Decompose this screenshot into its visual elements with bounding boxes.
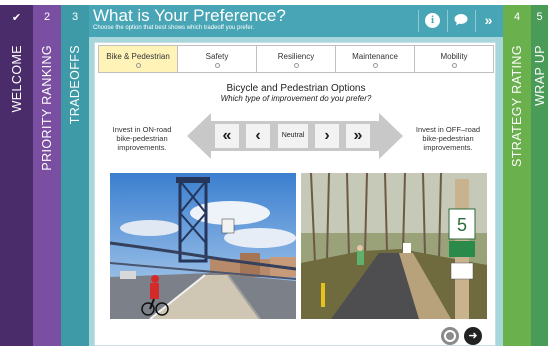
- tab-status-dot: [293, 63, 299, 68]
- step-tab-wrap-up[interactable]: 5 WRAP UP: [531, 5, 548, 346]
- step-number: 3: [71, 11, 79, 23]
- header: What is Your Preference? Choose the opti…: [89, 5, 503, 37]
- category-tabs: Bike & Pedestrian Safety Resiliency Main…: [98, 45, 494, 73]
- tab-maintenance[interactable]: Maintenance: [336, 45, 415, 73]
- tab-status-dot: [135, 63, 141, 68]
- on-road-photo: [110, 173, 296, 319]
- chat-icon[interactable]: [453, 13, 468, 28]
- tab-status-dot: [214, 63, 220, 68]
- right-button[interactable]: ›: [314, 123, 340, 149]
- page-subtitle: Choose the option that best shows which …: [93, 25, 254, 31]
- option-title: Bicycle and Pedestrian Options: [226, 83, 366, 94]
- step-number: 4: [513, 11, 521, 23]
- off-road-photo: 5: [301, 173, 487, 319]
- header-divider: [418, 10, 419, 32]
- step-number: 5: [536, 11, 543, 23]
- step-number: 2: [43, 11, 51, 23]
- tab-safety[interactable]: Safety: [178, 45, 257, 73]
- step-label-strategy-rating: STRATEGY RATING: [510, 45, 524, 167]
- tab-resiliency[interactable]: Resiliency: [257, 45, 336, 73]
- step-label-wrap-up: WRAP UP: [532, 45, 547, 106]
- page-title: What is Your Preference?: [93, 6, 286, 25]
- neutral-button[interactable]: Neutral: [277, 123, 309, 149]
- header-divider: [475, 10, 476, 32]
- step-tab-priority-ranking[interactable]: 2 PRIORITY RANKING: [33, 5, 61, 346]
- info-icon[interactable]: i: [425, 13, 440, 28]
- preference-slider: « ‹ Neutral › »: [187, 113, 403, 159]
- right-option-text: Invest in OFF–road bike-pedestrian impro…: [415, 125, 481, 152]
- back-button[interactable]: [441, 327, 459, 345]
- tab-mobility[interactable]: Mobility: [415, 45, 494, 73]
- tab-status-dot: [451, 63, 457, 68]
- svg-text:5: 5: [457, 215, 467, 235]
- step-tab-tradeoffs[interactable]: 3 TRADEOFFS: [61, 5, 89, 346]
- step-label-tradeoffs: TRADEOFFS: [68, 45, 82, 125]
- tradeoff-panel: Bike & Pedestrian Safety Resiliency Main…: [94, 42, 496, 346]
- tab-status-dot: [372, 63, 378, 68]
- tradeoff-app: ✔ WELCOME 2 PRIORITY RANKING 3 TRADEOFFS…: [0, 0, 548, 346]
- step-tab-strategy-rating[interactable]: 4 STRATEGY RATING: [503, 5, 531, 346]
- option-question: Which type of improvement do you prefer?: [220, 94, 372, 103]
- next-step-icon[interactable]: »: [481, 13, 496, 28]
- left-button[interactable]: ‹: [245, 123, 271, 149]
- step-check-icon: ✔: [11, 12, 22, 24]
- step-label-welcome: WELCOME: [9, 45, 24, 113]
- next-arrow-button[interactable]: ➜: [464, 327, 482, 345]
- main-content: What is Your Preference? Choose the opti…: [89, 5, 503, 346]
- header-divider: [447, 10, 448, 32]
- left-option-text: Invest in ON-road bike-pedestrian improv…: [112, 125, 172, 152]
- strong-left-button[interactable]: «: [214, 123, 240, 149]
- strong-right-button[interactable]: »: [345, 123, 371, 149]
- step-label-priority-ranking: PRIORITY RANKING: [40, 45, 54, 171]
- tab-bike-pedestrian[interactable]: Bike & Pedestrian: [98, 45, 178, 73]
- step-tab-welcome[interactable]: ✔ WELCOME: [0, 5, 33, 346]
